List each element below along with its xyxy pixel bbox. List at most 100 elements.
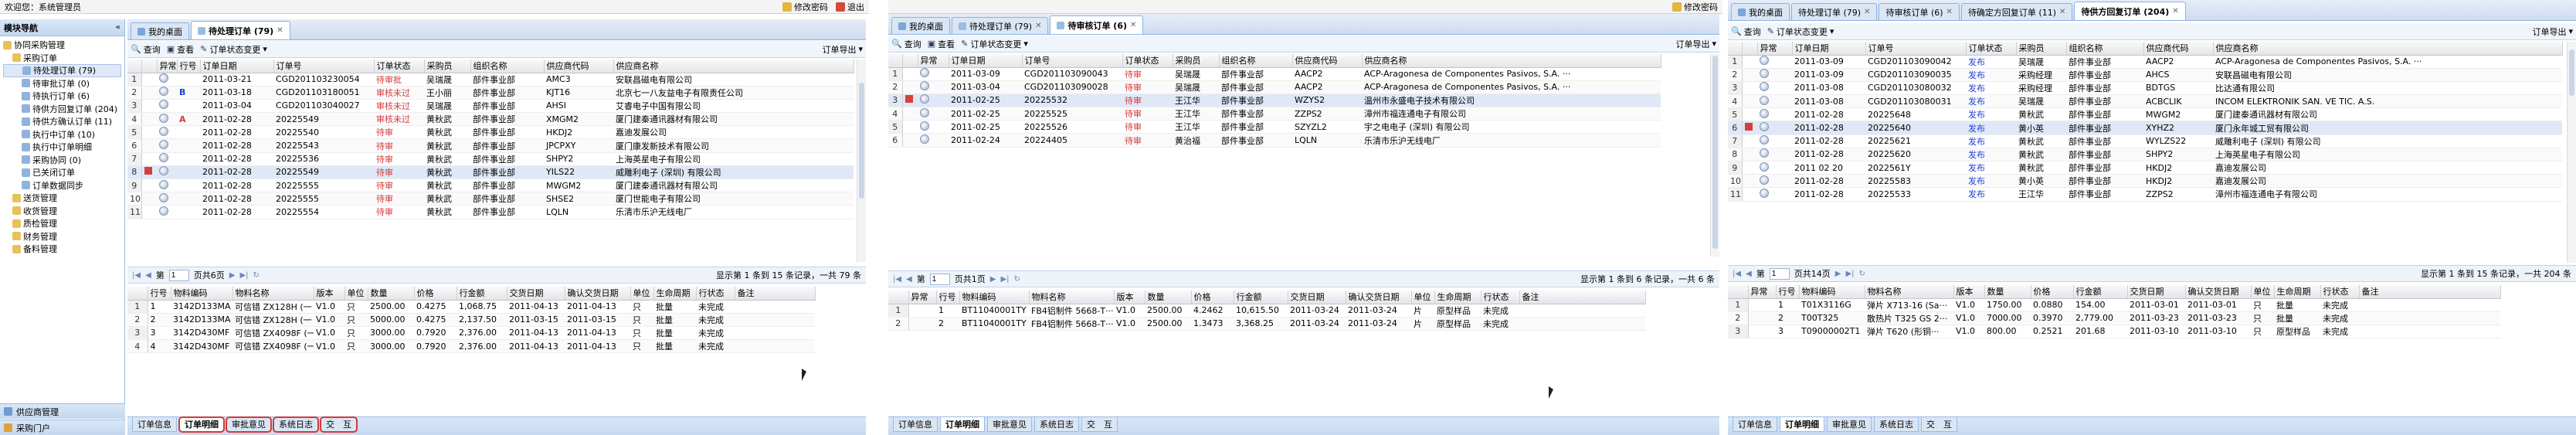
detail-tab[interactable]: 订单信息 xyxy=(132,417,177,432)
column-header[interactable]: 单位 xyxy=(344,287,368,301)
table-row[interactable]: 1 2011-03-21 CGD201103230054 待审批 吴瑞晟 部件事业部 AMC… xyxy=(127,73,854,87)
table-row[interactable]: 5 2011-02-28 20225540 待审 黄秋武 部件事业部 HKDJ2 嘉迪发展公司 xyxy=(127,125,854,140)
table-row[interactable]: 9 2011 02 20 2022561Y 发布 黄秋武 部件事业部 HKDJ2 嘉迪发展公司 xyxy=(1728,161,2562,175)
column-header[interactable]: 物料名称 xyxy=(1029,291,1115,304)
query-button[interactable]: 🔍 查询 xyxy=(1731,25,1761,38)
column-header[interactable]: 异常 xyxy=(1757,42,1793,56)
grid-scrollbar[interactable] xyxy=(1710,54,1719,257)
refresh-icon[interactable]: ↻ xyxy=(1859,270,1865,278)
detail-tab[interactable]: 订单明细 xyxy=(940,417,985,432)
export-button[interactable]: 订单导出 ▾ xyxy=(822,43,863,56)
column-header[interactable]: 异常 xyxy=(157,59,178,73)
column-header[interactable]: 单位 xyxy=(630,287,654,301)
sidebar-item[interactable]: 待执行订单 (6) xyxy=(3,90,121,103)
column-header[interactable]: 采购员 xyxy=(1173,54,1220,68)
table-row[interactable]: 11 2011-02-28 20225533 发布 王江华 部件事业部 ZZPS2 漳州市福连… xyxy=(1728,187,2562,202)
table-row[interactable]: 6 2011-02-28 20225543 待审 黄秋武 部件事业部 JPCPXY 厦门康发新… xyxy=(127,138,854,153)
table-row[interactable]: 1 2011-03-09 CGD201103090043 待审 吴瑞晟 部件事业部 AACP… xyxy=(888,67,1661,81)
column-header[interactable]: 物料编码 xyxy=(1799,285,1865,299)
close-icon[interactable]: ✕ xyxy=(1864,8,1870,16)
sidebar-item[interactable]: 送货管理 xyxy=(3,192,121,205)
table-row[interactable]: 4 2011-03-08 CGD201103080031 发布 吴瑞晟 部件事业部 ACBC… xyxy=(1728,94,2562,109)
column-header[interactable] xyxy=(902,54,918,68)
detail-tab[interactable]: 交 互 xyxy=(1921,417,1957,432)
sidebar-item[interactable]: 待供方回复订单 (204) xyxy=(3,103,121,116)
sidebar-item[interactable]: 执行中订单 (10) xyxy=(3,128,121,141)
last-page-icon[interactable]: ▶| xyxy=(1845,270,1854,278)
column-header[interactable]: 交货日期 xyxy=(507,287,565,301)
column-header[interactable]: 订单号 xyxy=(1022,54,1123,68)
close-icon[interactable]: ✕ xyxy=(1130,21,1136,29)
refresh-icon[interactable]: ↻ xyxy=(253,271,260,280)
column-header[interactable] xyxy=(127,59,142,73)
page-input[interactable] xyxy=(929,273,950,285)
table-row[interactable]: 1 2011-03-09 CGD201103090042 发布 吴瑞晟 部件事业部 AACP… xyxy=(1728,55,2562,69)
detail-row[interactable]: 4 4 3142D430MF 可信错 ZX4098F (一 V1.0 只 3000.00 0.… xyxy=(127,339,815,354)
column-header[interactable]: 供应商代码 xyxy=(544,59,614,73)
close-icon[interactable]: ✕ xyxy=(1035,22,1041,30)
query-button[interactable]: 🔍 查询 xyxy=(891,38,921,50)
column-header[interactable]: 价格 xyxy=(1191,291,1234,304)
prev-page-icon[interactable]: ◀ xyxy=(1746,270,1752,278)
column-header[interactable]: 订单状态 xyxy=(1966,42,2017,56)
column-header[interactable]: 行状态 xyxy=(1481,291,1520,304)
column-header[interactable]: 版本 xyxy=(1953,285,1985,299)
detail-tab[interactable]: 订单明细 xyxy=(178,416,225,433)
table-row[interactable]: 7 2011-02-28 20225536 待审 黄秋武 部件事业部 SHPY2 上海英星电子… xyxy=(127,152,854,166)
detail-tab[interactable]: 订单明细 xyxy=(1780,417,1824,432)
tab-pending-orders[interactable]: 待处理订单 (79) ✕ xyxy=(1791,3,1878,20)
column-header[interactable]: 版本 xyxy=(1114,291,1145,304)
column-header[interactable] xyxy=(1742,42,1758,56)
column-header[interactable]: 供应商名称 xyxy=(613,59,854,73)
column-header[interactable]: 备注 xyxy=(2359,285,2501,299)
column-header[interactable]: 物料名称 xyxy=(1865,285,1954,299)
table-row[interactable]: 5 2011-02-28 20225648 发布 黄秋武 部件事业部 MWGM2 厦门建秦通讯… xyxy=(1728,107,2562,122)
page-input[interactable] xyxy=(1769,267,1790,280)
sidebar-accordion-supplier[interactable]: 供应商管理 xyxy=(0,403,125,419)
column-header[interactable]: 交货日期 xyxy=(1288,291,1346,304)
table-row[interactable]: 2 B 2011-03-18 CGD201103180051 审核未过 王小丽 部件事业部 K… xyxy=(127,86,854,100)
column-header[interactable]: 数量 xyxy=(368,287,415,301)
table-row[interactable]: 8 2011-02-28 20225549 待审 黄秋武 部件事业部 YILS22 威雕利电子… xyxy=(127,165,854,180)
column-header[interactable]: 行金额 xyxy=(1234,291,1288,304)
table-row[interactable]: 10 2011-02-28 20225583 发布 黄小英 部件事业部 HKDJ2 嘉迪发展公… xyxy=(1728,174,2562,189)
column-header[interactable]: 行号 xyxy=(148,287,171,301)
column-header[interactable]: 订单日期 xyxy=(200,59,274,73)
detail-row[interactable]: 1 1 BT11040001TY FB4铝制件 5668-T··· V1.0 2500.0… xyxy=(888,304,1645,318)
prev-page-icon[interactable]: ◀ xyxy=(145,271,151,280)
detail-row[interactable]: 2 2 BT11040001TY FB4铝制件 5668-T··· V1.0 2500.0… xyxy=(888,317,1645,331)
table-row[interactable]: 3 2011-03-08 CGD201103080032 发布 采购经理 部件事业部 BDT… xyxy=(1728,81,2562,96)
sidebar-item[interactable]: 协同采购管理 xyxy=(3,39,121,52)
next-page-icon[interactable]: ▶ xyxy=(229,271,236,280)
column-header[interactable]: 数量 xyxy=(1145,291,1192,304)
view-button[interactable]: ▣ 查看 xyxy=(928,38,955,50)
column-header[interactable] xyxy=(888,54,903,68)
first-page-icon[interactable]: |◀ xyxy=(1733,270,1741,278)
tab-supplier-reply-orders[interactable]: 待供方回复订单 (204) ✕ xyxy=(2074,2,2186,20)
detail-tab[interactable]: 系统日志 xyxy=(1874,417,1919,432)
sidebar-item[interactable]: 执行中订单明细 xyxy=(3,141,121,154)
column-header[interactable]: 价格 xyxy=(414,287,457,301)
detail-tab[interactable]: 交 互 xyxy=(320,416,358,433)
column-header[interactable]: 订单日期 xyxy=(949,54,1023,68)
tab-confirm-orders[interactable]: 待确定方回复订单 (11) ✕ xyxy=(1960,3,2073,20)
export-button[interactable]: 订单导出 ▾ xyxy=(2532,25,2573,38)
change-password-button[interactable]: 修改密码 xyxy=(782,1,828,13)
column-header[interactable]: 生命周期 xyxy=(2274,285,2321,299)
column-header[interactable]: 订单日期 xyxy=(1792,42,1866,56)
detail-tab[interactable]: 系统日志 xyxy=(273,416,319,433)
exit-button[interactable]: 退出 xyxy=(836,1,864,13)
grid-scrollbar[interactable] xyxy=(2567,42,2576,263)
first-page-icon[interactable]: |◀ xyxy=(132,271,141,280)
sidebar-item[interactable]: 采购订单 xyxy=(3,52,121,65)
tab-desktop[interactable]: 我的桌面 xyxy=(1731,3,1790,20)
sidebar-item[interactable]: 财务管理 xyxy=(3,230,121,243)
column-header[interactable]: 采购员 xyxy=(424,59,471,73)
column-header[interactable]: 数量 xyxy=(1984,285,2031,299)
detail-row[interactable]: 2 2 3142D133MA 可信错 ZX128H (一 V1.0 只 5000.00 0.4… xyxy=(127,313,815,327)
table-row[interactable]: 9 2011-02-28 20225555 待审 黄秋武 部件事业部 MWGM2 厦门建秦通讯… xyxy=(127,178,854,193)
sidebar-item[interactable]: 备料管理 xyxy=(3,243,121,256)
column-header[interactable]: 异常 xyxy=(918,54,949,68)
sidebar-item[interactable]: 收货管理 xyxy=(3,205,121,218)
next-page-icon[interactable]: ▶ xyxy=(1835,270,1841,278)
